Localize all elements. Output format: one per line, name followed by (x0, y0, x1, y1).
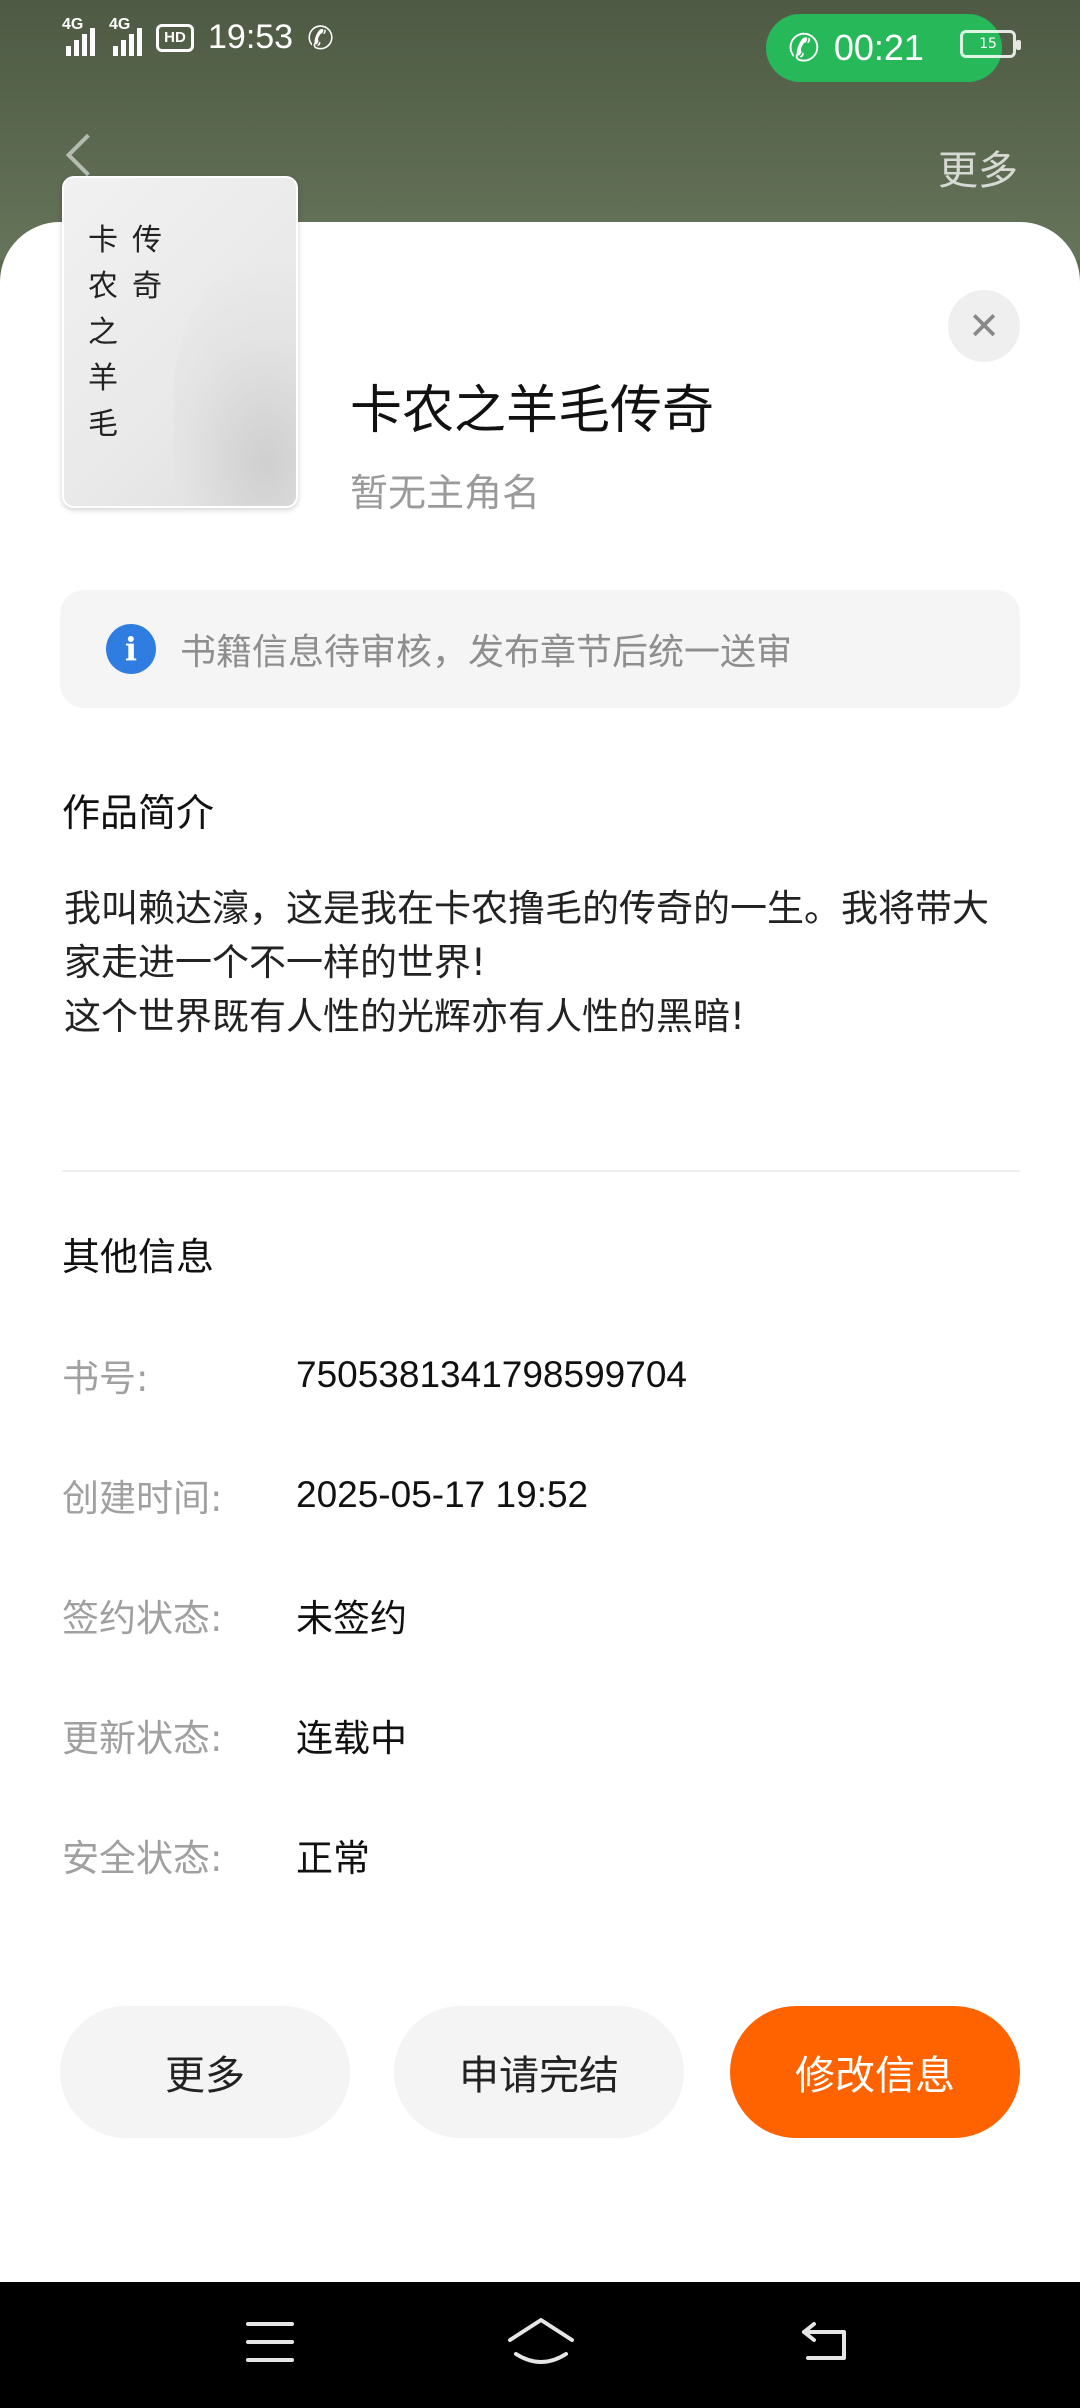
review-notice: i 书籍信息待审核，发布章节后统一送审 (60, 590, 1020, 708)
info-label: 更新状态: (62, 1717, 223, 1760)
book-title: 卡农之羊毛传奇 (350, 381, 715, 441)
divider (62, 1170, 1020, 1172)
intro-heading: 作品简介 (62, 791, 215, 835)
cover-title-column-1: 传 奇 (132, 223, 162, 304)
back-nav-icon[interactable] (798, 2318, 850, 2364)
other-info-heading: 其他信息 (62, 1235, 215, 1279)
info-row-update-status: 更新状态: 连载中 (62, 1708, 407, 1762)
info-value: 连载中 (296, 1717, 407, 1760)
intro-text: 我叫赖达濠，这是我在卡农撸毛的传奇的一生。我将带大家走进一个不一样的世界! 这个… (64, 882, 1014, 1044)
phone-icon: ✆ (307, 19, 334, 56)
intro-line-1: 我叫赖达濠，这是我在卡农撸毛的传奇的一生。我将带大家走进一个不一样的世界! (64, 887, 989, 984)
network-type-2: 4G (109, 15, 131, 33)
book-cover: 传 奇 卡 农 之 羊 毛 (62, 176, 298, 508)
notice-text: 书籍信息待审核，发布章节后统一送审 (180, 632, 793, 673)
more-button[interactable]: 更多 (60, 2006, 350, 2138)
network-type: 4G (62, 15, 84, 33)
battery-icon: 15 (960, 30, 1021, 58)
cover-title-column-2: 卡 农 之 羊 毛 (88, 223, 118, 442)
protagonist-name: 暂无主角名 (350, 471, 541, 515)
phone-call-icon: ✆ (788, 27, 820, 70)
cover-title: 传 奇 卡 农 之 羊 毛 (88, 218, 162, 448)
edit-info-button[interactable]: 修改信息 (730, 2006, 1020, 2138)
home-icon[interactable] (506, 2314, 576, 2370)
info-value: 7505381341798599704 (296, 1354, 687, 1395)
info-value: 2025-05-17 19:52 (296, 1474, 589, 1515)
info-label: 安全状态: (62, 1837, 223, 1880)
call-timer: 00:21 (833, 27, 924, 68)
status-time: 19:53 (208, 18, 294, 56)
menu-icon[interactable] (246, 2322, 294, 2362)
close-icon: ✕ (968, 304, 1000, 348)
info-value: 正常 (296, 1837, 370, 1880)
book-info-sheet: 传 奇 卡 农 之 羊 毛 ✕ 卡农之羊毛传奇 暂无主角名 i 书籍信息待审核，… (0, 176, 1080, 2282)
info-icon: i (106, 624, 156, 674)
navigation-bar (0, 2282, 1080, 2408)
info-label: 书号: (62, 1357, 149, 1400)
info-row-sign-status: 签约状态: 未签约 (62, 1588, 407, 1642)
close-button[interactable]: ✕ (948, 290, 1020, 362)
info-row-book-id: 书号: 7505381341798599704 (62, 1348, 687, 1402)
apply-complete-button[interactable]: 申请完结 (394, 2006, 684, 2138)
info-label: 签约状态: (62, 1597, 223, 1640)
info-value: 未签约 (296, 1597, 407, 1640)
signal-icon-2: 4G (109, 16, 142, 56)
intro-line-2: 这个世界既有人性的光辉亦有人性的黑暗! (64, 995, 745, 1038)
info-row-created: 创建时间: 2025-05-17 19:52 (62, 1468, 588, 1522)
cover-brush-decoration (174, 258, 296, 506)
hd-icon: HD (156, 23, 194, 52)
signal-icon: 4G (62, 16, 95, 56)
status-bar: 4G 4G HD 19:53 ✆ ✆ 00:21 15 (0, 0, 1080, 84)
info-row-safety-status: 安全状态: 正常 (62, 1828, 370, 1882)
info-label: 创建时间: (62, 1477, 223, 1520)
header-more-button[interactable]: 更多 (938, 138, 1018, 196)
